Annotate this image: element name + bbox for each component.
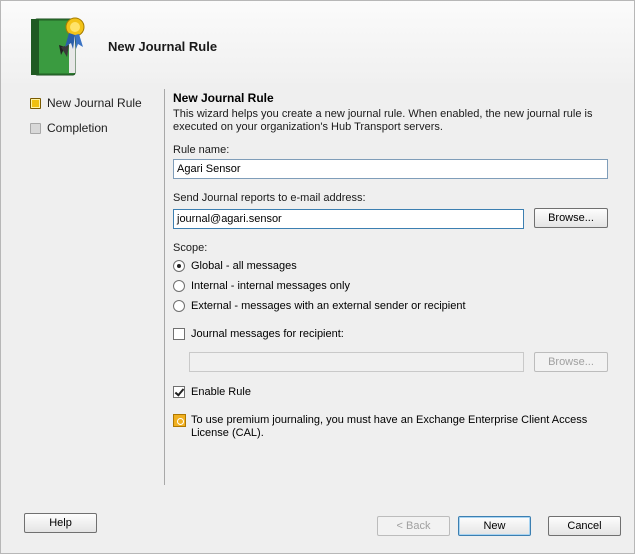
checkbox-label: Enable Rule <box>191 386 251 398</box>
radio-checked-icon <box>173 260 185 272</box>
nav-item-label: New Journal Rule <box>47 96 142 110</box>
scope-internal-radio[interactable]: Internal - internal messages only <box>173 280 350 292</box>
step-active-icon <box>30 97 41 109</box>
radio-label: Global - all messages <box>191 260 297 272</box>
recipient-browse-button[interactable]: Browse... <box>534 352 608 372</box>
back-button[interactable]: < Back <box>377 516 450 536</box>
send-to-label: Send Journal reports to e-mail address: <box>173 192 366 204</box>
radio-unchecked-icon <box>173 300 185 312</box>
page-title: New Journal Rule <box>108 39 218 54</box>
wizard-header: New Journal Rule <box>1 1 634 83</box>
send-to-email-input[interactable]: journal@agari.sensor <box>173 209 524 229</box>
wizard-description: This wizard helps you create a new journ… <box>173 108 593 133</box>
cancel-button[interactable]: Cancel <box>548 516 621 536</box>
wizard-content: New Journal Rule This wizard helps you c… <box>173 89 613 134</box>
license-note: To use premium journaling, you must have… <box>173 414 613 440</box>
radio-label: External - messages with an external sen… <box>191 300 466 312</box>
vertical-divider <box>164 89 165 485</box>
nav-item-new-journal-rule[interactable]: New Journal Rule <box>27 93 163 113</box>
new-button[interactable]: New <box>458 516 531 536</box>
nav-item-label: Completion <box>47 121 108 135</box>
section-title: New Journal Rule <box>173 91 274 105</box>
step-inactive-icon <box>30 122 41 134</box>
radio-label: Internal - internal messages only <box>191 280 350 292</box>
scope-global-radio[interactable]: Global - all messages <box>173 260 297 272</box>
rule-name-input[interactable]: Agari Sensor <box>173 159 608 179</box>
wizard-steps-nav: New Journal Rule Completion <box>27 93 163 143</box>
browse-button[interactable]: Browse... <box>534 208 608 228</box>
scope-label: Scope: <box>173 242 208 254</box>
checkbox-label: Journal messages for recipient: <box>191 328 344 340</box>
info-icon <box>173 414 186 427</box>
recipient-input[interactable] <box>189 352 524 372</box>
enable-rule-checkbox[interactable]: Enable Rule <box>173 386 251 398</box>
checkbox-checked-icon <box>173 386 185 398</box>
nav-item-completion[interactable]: Completion <box>27 118 163 138</box>
help-button[interactable]: Help <box>24 513 97 533</box>
journal-book-icon <box>31 17 85 76</box>
wizard-window: New Journal Rule New Journal Rule Comple… <box>0 0 635 554</box>
rule-name-label: Rule name: <box>173 144 230 156</box>
radio-unchecked-icon <box>173 280 185 292</box>
scope-external-radio[interactable]: External - messages with an external sen… <box>173 300 466 312</box>
checkbox-unchecked-icon <box>173 328 185 340</box>
license-note-text: To use premium journaling, you must have… <box>191 414 588 439</box>
journal-recipient-checkbox[interactable]: Journal messages for recipient: <box>173 328 344 340</box>
